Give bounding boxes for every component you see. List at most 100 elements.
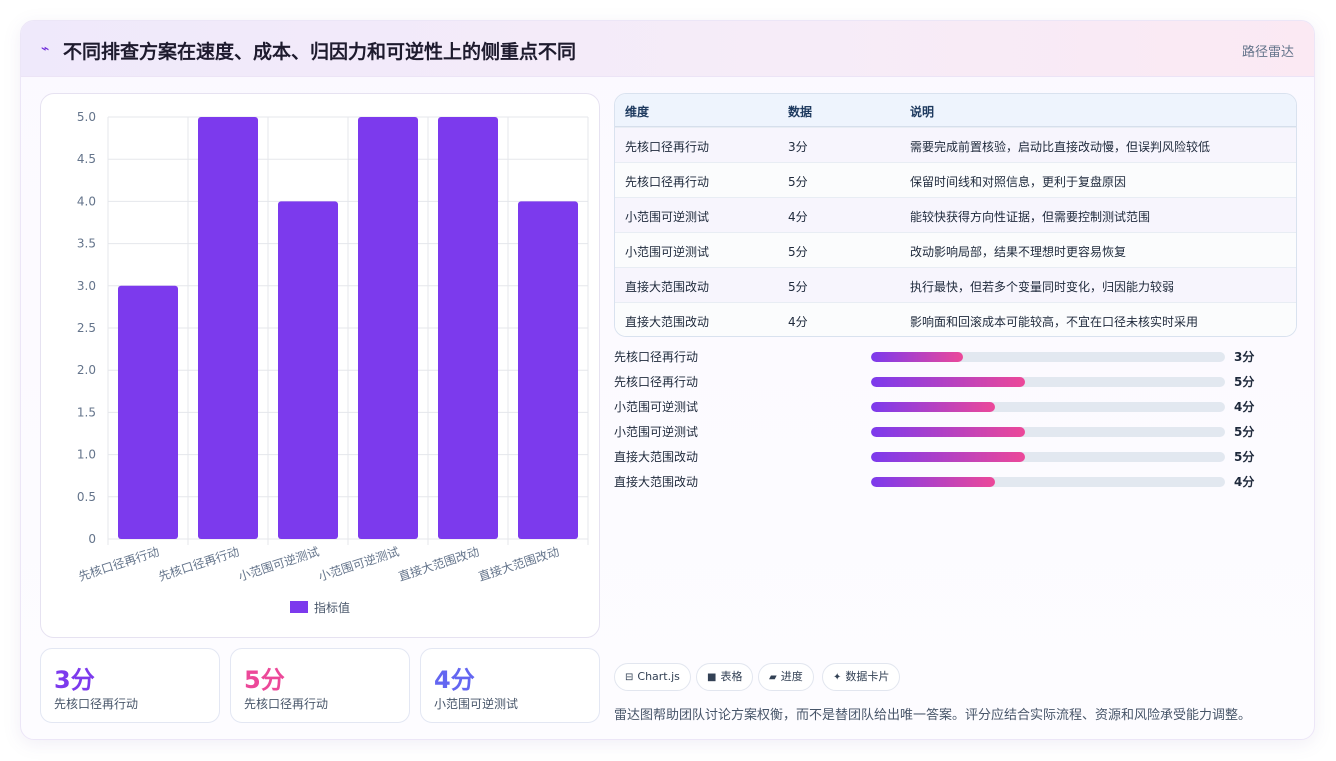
sparkle-icon: ⌁ bbox=[41, 41, 50, 57]
legend-swatch bbox=[290, 601, 308, 613]
stat-label: 小范围可逆测试 bbox=[434, 697, 519, 711]
stat-value: 4分 bbox=[434, 666, 475, 694]
progress-fill bbox=[871, 377, 1025, 387]
progress-label: 直接大范围改动 bbox=[614, 475, 699, 489]
progress-label: 小范围可逆测试 bbox=[614, 425, 699, 439]
stat-card: 5分 先核口径再行动 bbox=[230, 648, 410, 723]
stat-value: 5分 bbox=[244, 666, 285, 694]
table-cell: 执行最快，但若多个变量同时变化，归因能力较弱 bbox=[910, 280, 1175, 294]
progress-track bbox=[871, 427, 1225, 437]
stat-label: 先核口径再行动 bbox=[54, 697, 139, 711]
stat-value: 3分 bbox=[54, 666, 95, 694]
y-tick-label: 3.0 bbox=[77, 279, 96, 293]
table-row: 小范围可逆测试 4分 能较快获得方向性证据，但需要控制测试范围 bbox=[615, 197, 1296, 232]
chip-table[interactable]: ■ 表格 bbox=[696, 663, 754, 691]
progress-icon: ▰ bbox=[769, 672, 777, 683]
progress-row: 先核口径再行动 3分 bbox=[614, 348, 1264, 368]
y-tick-label: 1.0 bbox=[77, 448, 96, 462]
dashboard-card: ⌁ 不同排查方案在速度、成本、归因力和可逆性上的侧重点不同 路径雷达 0 0.5 1… bbox=[20, 20, 1315, 740]
progress-fill bbox=[871, 452, 1025, 462]
table-cell: 保留时间线和对照信息，更利于复盘原因 bbox=[910, 175, 1127, 189]
chip-progress[interactable]: ▰ 进度 bbox=[758, 663, 814, 691]
progress-track bbox=[871, 477, 1225, 487]
progress-value: 5分 bbox=[1234, 450, 1255, 464]
table-header-cell: 说明 bbox=[910, 105, 935, 119]
table-cell: 直接大范围改动 bbox=[625, 280, 710, 294]
table-cell: 4分 bbox=[788, 315, 808, 329]
table-cell: 先核口径再行动 bbox=[625, 140, 710, 154]
header-bar: ⌁ 不同排查方案在速度、成本、归因力和可逆性上的侧重点不同 路径雷达 bbox=[21, 21, 1314, 77]
table-cell: 5分 bbox=[788, 280, 808, 294]
progress-value: 3分 bbox=[1234, 350, 1255, 364]
chip-label: Chart.js bbox=[637, 670, 680, 683]
progress-track bbox=[871, 352, 1225, 362]
legend-label: 指标值 bbox=[314, 600, 350, 615]
progress-label: 小范围可逆测试 bbox=[614, 400, 699, 414]
y-tick-label: 1.5 bbox=[77, 405, 96, 419]
table-cell: 直接大范围改动 bbox=[625, 315, 710, 329]
chip-label: 表格 bbox=[720, 670, 743, 683]
progress-row: 直接大范围改动 4分 bbox=[614, 473, 1264, 493]
bar bbox=[198, 117, 258, 539]
table-cell: 能较快获得方向性证据，但需要控制测试范围 bbox=[910, 210, 1151, 224]
chip-data-cards[interactable]: ✦ 数据卡片 bbox=[822, 663, 901, 691]
table-row: 小范围可逆测试 5分 改动影响局部，结果不理想时更容易恢复 bbox=[615, 232, 1296, 267]
progress-label: 先核口径再行动 bbox=[614, 375, 699, 389]
bar-chart: 0 0.5 1.0 1.5 2.0 2.5 3.0 3.5 4.0 4.5 5.0 先核口径再行动先核… bbox=[77, 110, 589, 615]
progress-row: 先核口径再行动 5分 bbox=[614, 373, 1264, 393]
table-cell: 改动影响局部，结果不理想时更容易恢复 bbox=[910, 245, 1127, 259]
bar bbox=[118, 285, 178, 539]
y-tick-label: 4.0 bbox=[77, 194, 96, 208]
progress-label: 先核口径再行动 bbox=[614, 350, 699, 364]
progress-track bbox=[871, 377, 1225, 387]
card-icon: ✦ bbox=[833, 672, 842, 683]
progress-row: 直接大范围改动 5分 bbox=[614, 448, 1264, 468]
table-icon: ■ bbox=[707, 672, 717, 683]
progress-value: 4分 bbox=[1234, 475, 1255, 489]
stat-label: 先核口径再行动 bbox=[244, 697, 329, 711]
footnote: 雷达图帮助团队讨论方案权衡，而不是替团队给出唯一答案。评分应结合实际流程、资源和… bbox=[614, 708, 1252, 723]
progress-fill bbox=[871, 477, 995, 487]
x-tick-label: 小范围可逆测试 bbox=[316, 544, 401, 584]
bar bbox=[438, 117, 498, 539]
table-cell: 3分 bbox=[788, 140, 808, 154]
y-tick-label: 3.5 bbox=[77, 237, 96, 251]
progress-fill bbox=[871, 402, 995, 412]
chip-label: 进度 bbox=[780, 670, 803, 683]
progress-fill bbox=[871, 352, 964, 362]
table-row: 先核口径再行动 3分 需要完成前置核验，启动比直接改动慢，但误判风险较低 bbox=[615, 127, 1296, 162]
chip-label: 数据卡片 bbox=[845, 670, 890, 683]
x-tick-label: 小范围可逆测试 bbox=[236, 544, 321, 584]
progress-fill bbox=[871, 427, 1025, 437]
table-cell: 影响面和回滚成本可能较高，不宜在口径未核实时采用 bbox=[910, 315, 1199, 329]
progress-label: 直接大范围改动 bbox=[614, 450, 699, 464]
y-tick-label: 2.0 bbox=[77, 363, 96, 377]
progress-track bbox=[871, 402, 1225, 412]
table-row: 先核口径再行动 5分 保留时间线和对照信息，更利于复盘原因 bbox=[615, 162, 1296, 197]
y-tick-label: 2.5 bbox=[77, 321, 96, 335]
table-cell: 小范围可逆测试 bbox=[625, 210, 710, 224]
table-header-cell: 维度 bbox=[625, 105, 650, 119]
chip-chartjs[interactable]: ⊟ Chart.js bbox=[614, 663, 691, 691]
y-tick-label: 0.5 bbox=[77, 490, 96, 504]
x-tick-label: 先核口径再行动 bbox=[157, 545, 241, 584]
table-row: 直接大范围改动 4分 影响面和回滚成本可能较高，不宜在口径未核实时采用 bbox=[615, 302, 1296, 336]
page-title: 不同排查方案在速度、成本、归因力和可逆性上的侧重点不同 bbox=[63, 41, 577, 63]
bar bbox=[278, 201, 338, 539]
x-tick-label: 直接大范围改动 bbox=[396, 544, 481, 584]
progress-value: 5分 bbox=[1234, 375, 1255, 389]
table-header-cell: 数据 bbox=[788, 105, 813, 119]
table-header-row: 维度 数据 说明 bbox=[615, 94, 1296, 127]
bar bbox=[358, 117, 418, 539]
progress-row: 小范围可逆测试 4分 bbox=[614, 398, 1264, 418]
y-tick-label: 5.0 bbox=[77, 110, 96, 124]
table-cell: 需要完成前置核验，启动比直接改动慢，但误判风险较低 bbox=[910, 140, 1211, 154]
data-table: 维度 数据 说明 先核口径再行动 3分 需要完成前置核验，启动比直接改动慢，但误… bbox=[614, 93, 1297, 337]
progress-value: 5分 bbox=[1234, 425, 1255, 439]
progress-track bbox=[871, 452, 1225, 462]
x-tick-label: 先核口径再行动 bbox=[77, 545, 161, 584]
y-tick-label: 4.5 bbox=[77, 152, 96, 166]
table-cell: 小范围可逆测试 bbox=[625, 245, 710, 259]
stat-card: 3分 先核口径再行动 bbox=[40, 648, 220, 723]
header-tag: 路径雷达 bbox=[1241, 45, 1294, 60]
